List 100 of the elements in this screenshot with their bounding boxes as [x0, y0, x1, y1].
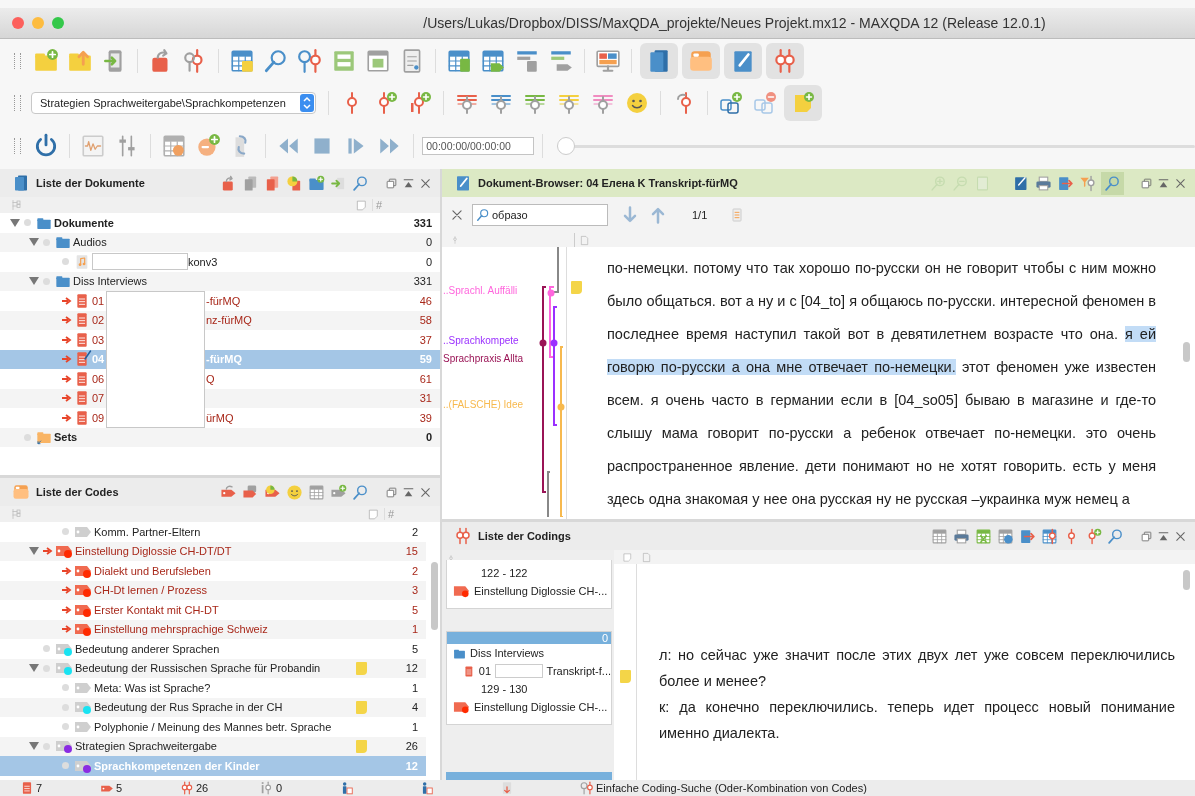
restore-icon[interactable] [385, 485, 398, 499]
printer-icon[interactable] [953, 527, 970, 545]
code-stripe[interactable] [554, 247, 560, 294]
expand-triangle-icon[interactable] [29, 237, 39, 248]
activated-arrow-icon[interactable] [62, 316, 72, 325]
memo-toggle-button[interactable] [784, 85, 822, 121]
time-field[interactable]: 00:00:00/00:00:00 [422, 137, 534, 155]
maximize-icon[interactable] [402, 485, 415, 499]
code-row[interactable]: Meta: Was ist Sprache? 1 [0, 678, 426, 698]
close-window-button[interactable] [12, 17, 24, 29]
folder-arrow-icon[interactable] [67, 48, 93, 74]
activated-arrow-icon[interactable] [62, 605, 72, 614]
smiley-icon[interactable] [625, 91, 649, 115]
maximize-icon[interactable] [402, 176, 415, 190]
maximize-icon[interactable] [1157, 529, 1170, 543]
activated-arrow-icon[interactable] [62, 355, 72, 364]
code-stripe[interactable] [547, 285, 555, 359]
document-row[interactable]: konv3 0 [0, 252, 440, 272]
close-icon[interactable] [450, 208, 464, 222]
expand-triangle-icon[interactable] [29, 276, 39, 287]
code-row[interactable]: Polyphonie / Meinung des Mannes betr. Sprache 1 [0, 717, 426, 737]
coding-card[interactable]: 0 Diss Interviews 01 Transkript-f... 129 - 130 Einstellung Diglossie CH-... [446, 631, 612, 725]
split-panel-icon[interactable] [331, 48, 357, 74]
expand-triangle-icon[interactable] [29, 663, 39, 674]
expand-triangle-icon[interactable] [29, 741, 39, 752]
search-icon[interactable] [1107, 527, 1124, 545]
expand-triangle-icon[interactable] [10, 217, 20, 228]
document-row[interactable]: 07 31 [0, 388, 440, 408]
code-stripe[interactable] [546, 470, 551, 517]
slider-thumb[interactable] [556, 137, 575, 155]
table-note-icon[interactable] [229, 48, 255, 74]
close-icon[interactable] [419, 485, 432, 499]
smiley-icon[interactable] [286, 483, 303, 501]
document-row[interactable]: 06 Q 61 [0, 369, 440, 389]
printer-icon[interactable] [1035, 174, 1052, 192]
search-icon[interactable] [263, 48, 289, 74]
pie-document-icon[interactable] [286, 174, 303, 192]
document-row[interactable]: 09 ürMQ 39 [0, 408, 440, 428]
close-icon[interactable] [1174, 529, 1187, 543]
panel-toggle-button[interactable] [640, 43, 678, 79]
close-icon[interactable] [1174, 176, 1187, 190]
link-plus-icon[interactable] [719, 91, 743, 115]
search-icon[interactable] [352, 174, 369, 192]
activated-arrow-icon[interactable] [62, 566, 72, 575]
table-tag-icon[interactable] [480, 48, 506, 74]
scrollbar[interactable] [1183, 342, 1190, 362]
window-panel-icon[interactable] [365, 48, 391, 74]
expand-triangle-icon[interactable] [29, 546, 39, 557]
panel-toggle-button[interactable] [766, 43, 804, 79]
document-row[interactable]: 02 nz-fürMQ 58 [0, 310, 440, 330]
code-row[interactable]: Strategien Sprachweitergabe 26 [0, 736, 426, 756]
folder-plus-icon[interactable] [33, 48, 59, 74]
document-stack-icon[interactable] [242, 174, 259, 192]
table-document-icon[interactable] [446, 48, 472, 74]
code-row[interactable]: Bedeutung anderer Sprachen 5 [0, 639, 426, 659]
restore-icon[interactable] [1140, 529, 1153, 543]
code-row[interactable]: Komm. Partner-Eltern 2 [0, 522, 426, 542]
activated-arrow-icon[interactable] [62, 374, 72, 383]
coding-plus-icon[interactable] [408, 91, 432, 115]
position-slider[interactable] [556, 137, 1195, 155]
search-field[interactable]: образо [472, 204, 608, 226]
document-stack-icon[interactable] [264, 174, 281, 192]
activated-arrow-icon[interactable] [62, 394, 72, 403]
code-row[interactable]: Einstellung mehrsprachige Schweiz 1 [0, 619, 426, 639]
document-row[interactable]: 03 37 [0, 330, 440, 350]
document-row[interactable]: Audios 0 [0, 232, 440, 252]
document-row[interactable]: Diss Interviews 331 [0, 271, 440, 291]
code-stripe[interactable] [539, 285, 547, 494]
filter-icon[interactable] [1079, 174, 1096, 192]
activated-arrow-icon[interactable] [43, 547, 53, 556]
table-coding-icon[interactable] [1041, 527, 1058, 545]
spreadsheet-icon[interactable] [975, 527, 992, 545]
activated-arrow-icon[interactable] [62, 335, 72, 344]
activated-arrow-icon[interactable] [62, 413, 72, 422]
monitor-icon[interactable] [595, 48, 621, 74]
folder-plus-icon[interactable] [308, 174, 325, 192]
document-row[interactable]: Dokumente 331 [0, 213, 440, 233]
zoom-window-button[interactable] [52, 17, 64, 29]
code-stripe-label[interactable]: ..Sprachkompete [443, 335, 519, 346]
coding-search-icon[interactable] [297, 48, 323, 74]
search-toggle-button[interactable] [1101, 171, 1124, 195]
export-icon[interactable] [1057, 174, 1074, 192]
code-stripe-label[interactable]: Sprachpraxis Allta [443, 353, 524, 364]
scrollbar[interactable] [431, 562, 438, 630]
dropdown-arrows-icon[interactable] [300, 94, 314, 112]
document-row[interactable]: Sets 0 [0, 427, 440, 447]
link-minus-icon[interactable] [753, 91, 777, 115]
panel-toggle-button[interactable] [682, 43, 720, 79]
bars-tag-icon[interactable] [548, 48, 574, 74]
coding-icon[interactable] [772, 48, 798, 74]
table-icon[interactable] [931, 527, 948, 545]
activated-arrow-icon[interactable] [62, 296, 72, 305]
code-row[interactable]: Einstellung Diglossie CH-DT/DT 15 [0, 541, 426, 561]
code-row[interactable]: Bedeutung der Russischen Sprache für Probandin 12 [0, 658, 426, 678]
search-icon[interactable] [352, 483, 369, 501]
table-globe-icon[interactable] [997, 527, 1014, 545]
document-row[interactable]: 01 -fürMQ 46 [0, 291, 440, 311]
code-row[interactable]: CH-Dt lernen / Prozess 3 [0, 580, 426, 600]
restore-icon[interactable] [1140, 176, 1153, 190]
code-row[interactable]: Dialekt und Berufsleben 2 [0, 561, 426, 581]
